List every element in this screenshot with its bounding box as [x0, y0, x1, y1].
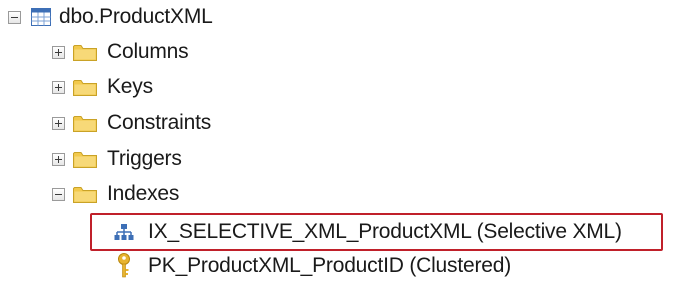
folder-icon	[73, 45, 97, 61]
folder-icon	[73, 116, 97, 132]
tree-node-label: IX_SELECTIVE_XML_ProductXML (Selective X…	[148, 220, 622, 243]
tree-node-label: Columns	[107, 40, 189, 63]
collapse-toggle[interactable]	[52, 187, 65, 201]
tree-node-columns[interactable]: Columns	[52, 35, 189, 69]
tree-node-constraints[interactable]: Constraints	[52, 106, 211, 140]
tree-node-selective-xml-index[interactable]: IX_SELECTIVE_XML_ProductXML (Selective X…	[114, 215, 622, 249]
expand-toggle[interactable]	[52, 116, 65, 130]
key-icon	[118, 253, 130, 278]
expand-toggle[interactable]	[52, 45, 65, 59]
tree-node-triggers[interactable]: Triggers	[52, 142, 182, 176]
folder-icon	[73, 187, 97, 203]
tree-node-label: Constraints	[107, 111, 212, 134]
index-icon	[114, 224, 134, 240]
object-explorer-tree: dbo.ProductXML Columns Keys Constraints	[0, 0, 687, 283]
tree-node-primary-key-index[interactable]: PK_ProductXML_ProductID (Clustered)	[116, 249, 511, 283]
collapse-toggle[interactable]	[8, 10, 21, 24]
tree-node-label: Indexes	[107, 182, 180, 205]
tree-node-label: Triggers	[107, 147, 182, 170]
folder-icon	[73, 80, 97, 96]
folder-icon	[73, 152, 97, 168]
expand-toggle[interactable]	[52, 80, 65, 94]
expand-toggle[interactable]	[52, 152, 65, 166]
tree-node-label: PK_ProductXML_ProductID (Clustered)	[148, 254, 511, 277]
tree-node-label: Keys	[107, 75, 153, 98]
table-icon	[31, 8, 51, 26]
tree-node-table[interactable]: dbo.ProductXML	[8, 0, 213, 34]
tree-node-keys[interactable]: Keys	[52, 70, 153, 104]
tree-node-label: dbo.ProductXML	[59, 5, 213, 28]
tree-node-indexes[interactable]: Indexes	[52, 177, 179, 211]
